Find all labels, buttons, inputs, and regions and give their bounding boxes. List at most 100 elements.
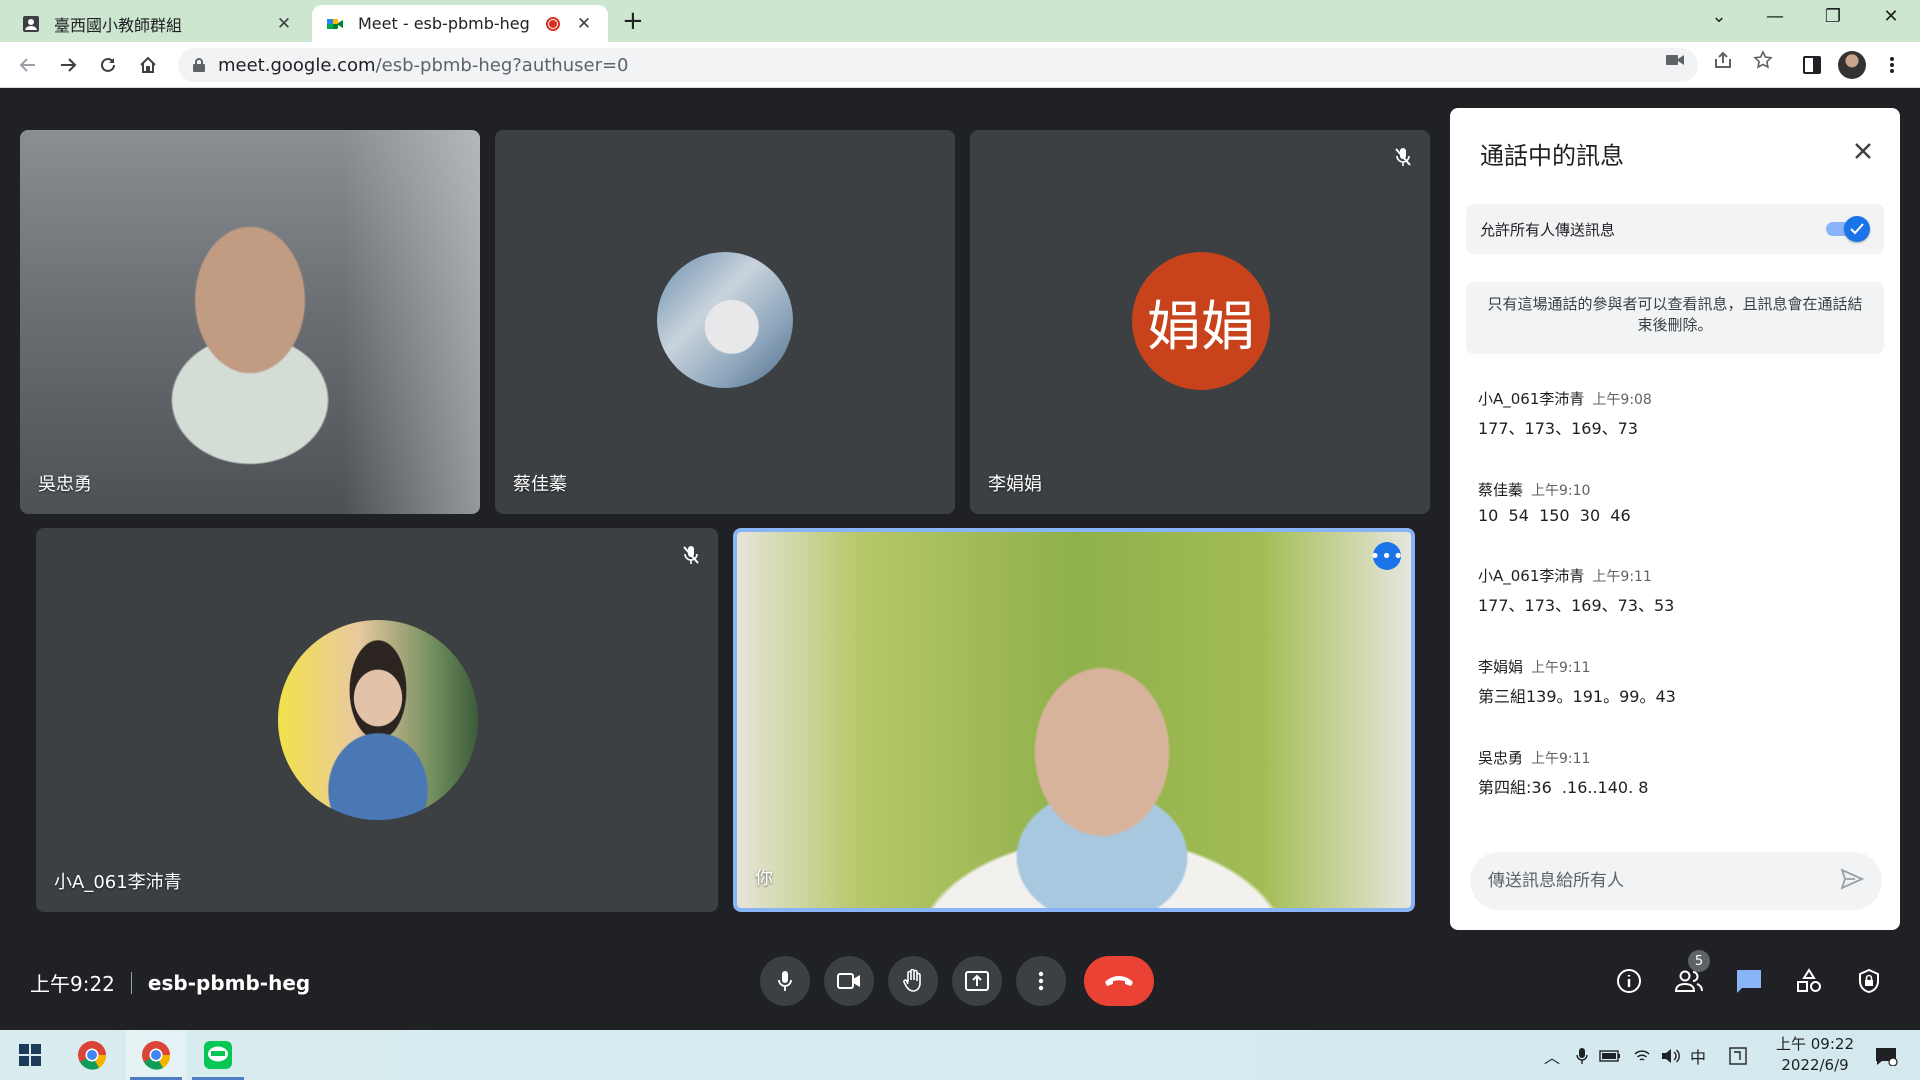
message-text: 177、173、169、73、53	[1478, 596, 1675, 615]
mic-off-icon	[678, 542, 704, 568]
send-button[interactable]	[1840, 868, 1865, 894]
allow-messages-toggle[interactable]	[1824, 216, 1870, 242]
chat-message: 小A_061李沛青 上午9:11 177、173、169、73、53	[1478, 565, 1878, 616]
tab-search-chevron-down-icon[interactable]: ⌄	[1704, 6, 1734, 27]
reload-icon	[101, 57, 115, 72]
message-time: 上午9:08	[1592, 392, 1652, 408]
clock-time: 上午 09:22	[1776, 1035, 1854, 1053]
people-count-badge: 5	[1688, 950, 1710, 972]
minimize-button[interactable]: —	[1760, 6, 1790, 27]
taskbar-clock[interactable]: 上午 09:22 2022/6/9	[1760, 1034, 1870, 1076]
message-text: 10 54 150 30 46	[1478, 506, 1631, 525]
participant-tile-lee[interactable]: 娟娟 李娟娟	[970, 130, 1430, 514]
self-view-tile[interactable]: ••• 你	[733, 528, 1415, 912]
share-icon[interactable]	[1712, 50, 1734, 70]
side-panel-icon[interactable]	[1798, 51, 1826, 79]
meeting-details: 上午9:22 esb-pbmb-heg	[30, 968, 310, 997]
more-vert-icon	[1038, 971, 1044, 991]
message-list: 小A_061李沛青 上午9:08 177、173、169、73 蔡佳蓁 上午9:10…	[1478, 388, 1878, 838]
message-time: 上午9:11	[1592, 569, 1652, 585]
participant-name: 李娟娟	[988, 474, 1042, 495]
home-icon	[140, 56, 156, 73]
forward-button[interactable]	[54, 51, 82, 79]
notification-center-icon[interactable]	[1868, 1045, 1904, 1067]
volume-icon[interactable]	[1658, 1045, 1682, 1067]
message-text: 177、173、169、73	[1478, 419, 1638, 438]
taskbar-chrome[interactable]	[62, 1030, 122, 1080]
arrow-left-icon	[19, 58, 35, 72]
tab-meet[interactable]: Meet - esb-pbmb-heg ✕	[312, 5, 608, 42]
check-icon	[1850, 223, 1864, 235]
show-hidden-icons-chevron-up-icon[interactable]: ︿	[1540, 1045, 1564, 1067]
profile-avatar[interactable]	[1838, 51, 1866, 79]
input-mode-icon[interactable]	[1726, 1045, 1750, 1067]
tab-teacher-group[interactable]: 臺西國小教師群組 ✕	[8, 5, 308, 42]
participant-tile-li[interactable]: 小A_061李沛青	[36, 528, 718, 912]
more-vert-icon[interactable]	[1878, 51, 1906, 79]
host-controls-button[interactable]	[1852, 964, 1886, 998]
microphone-button[interactable]	[760, 956, 810, 1006]
camera-button[interactable]	[824, 956, 874, 1006]
meeting-code: esb-pbmb-heg	[147, 970, 311, 995]
url-host: meet.google.com	[218, 54, 376, 76]
tab-title: Meet - esb-pbmb-heg	[358, 14, 530, 33]
back-button[interactable]	[14, 51, 42, 79]
close-chat-button[interactable]	[1850, 138, 1876, 164]
tile-more-options-button[interactable]: •••	[1370, 542, 1403, 570]
url-text: meet.google.com/esb-pbmb-heg?authuser=0	[218, 55, 629, 76]
ime-indicator[interactable]: 中	[1686, 1045, 1710, 1067]
more-options-button[interactable]	[1016, 956, 1066, 1006]
mic-off-icon	[1390, 144, 1416, 170]
participant-tile-wu[interactable]: 吳忠勇	[20, 130, 480, 514]
message-time: 上午9:11	[1531, 751, 1591, 767]
present-screen-button[interactable]	[952, 956, 1002, 1006]
message-time: 上午9:11	[1531, 660, 1591, 676]
taskbar-chrome-active[interactable]	[126, 1030, 186, 1080]
videocam-icon	[837, 973, 860, 989]
people-button[interactable]: 5	[1672, 950, 1710, 998]
line-app-icon	[204, 1041, 232, 1069]
chat-panel: 通話中的訊息 允許所有人傳送訊息 只有這場通話的參與者可以查看訊息，且訊息會在通…	[1450, 108, 1900, 930]
network-icon[interactable]	[1630, 1045, 1654, 1067]
clock-date: 2022/6/9	[1781, 1056, 1849, 1074]
participant-name: 小A_061李沛青	[54, 872, 182, 893]
activities-shapes-icon	[1797, 968, 1821, 992]
chat-message: 李娟娟 上午9:11 第三組139。191。99。43	[1478, 656, 1878, 707]
leave-call-button[interactable]	[1084, 956, 1154, 1006]
close-window-button[interactable]: ✕	[1876, 6, 1906, 27]
camera-in-use-icon[interactable]	[1664, 50, 1686, 70]
avatar-initials: 娟娟	[1147, 294, 1255, 358]
chrome-icon	[142, 1041, 171, 1070]
close-icon	[1855, 143, 1871, 159]
message-input[interactable]	[1488, 871, 1840, 891]
chat-button[interactable]	[1732, 964, 1766, 998]
home-button[interactable]	[134, 51, 162, 79]
browser-tab-strip: 臺西國小教師群組 ✕ Meet - esb-pbmb-heg ✕ + ⌄ — ❐…	[0, 0, 1920, 42]
activities-button[interactable]	[1792, 964, 1826, 998]
participant-tile-tsai[interactable]: 蔡佳蓁	[495, 130, 955, 514]
taskbar-line[interactable]	[188, 1030, 248, 1080]
bookmark-star-icon[interactable]	[1752, 50, 1774, 70]
tab-close-icon[interactable]: ✕	[574, 14, 594, 34]
start-button[interactable]	[0, 1030, 60, 1080]
battery-icon[interactable]	[1598, 1045, 1622, 1067]
address-bar[interactable]: meet.google.com/esb-pbmb-heg?authuser=0	[178, 48, 1698, 82]
tab-title: 臺西國小教師群組	[54, 15, 183, 35]
reload-button[interactable]	[94, 51, 122, 79]
info-icon	[1617, 969, 1641, 993]
hand-icon	[903, 969, 921, 992]
message-time: 上午9:10	[1531, 483, 1591, 499]
participant-avatar	[657, 252, 793, 388]
tab-close-icon[interactable]: ✕	[274, 14, 294, 34]
allow-messages-label: 允許所有人傳送訊息	[1480, 220, 1616, 239]
participant-name: 你	[755, 868, 773, 889]
participant-avatar	[278, 620, 478, 820]
new-tab-button[interactable]: +	[622, 8, 644, 34]
url-path: /esb-pbmb-heg?authuser=0	[375, 54, 629, 76]
raise-hand-button[interactable]	[888, 956, 938, 1006]
present-to-all-icon	[965, 971, 989, 991]
microphone-tray-icon[interactable]	[1570, 1045, 1594, 1067]
meeting-details-button[interactable]	[1612, 964, 1646, 998]
maximize-button[interactable]: ❐	[1818, 6, 1848, 27]
chat-notice: 只有這場通話的參與者可以查看訊息，且訊息會在通話結束後刪除。	[1466, 282, 1884, 354]
